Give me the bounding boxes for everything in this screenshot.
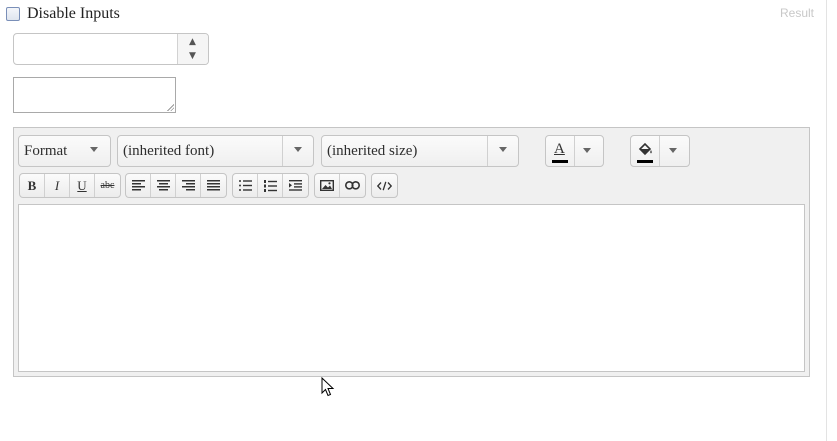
text-area[interactable] [13, 77, 176, 113]
format-dropdown[interactable]: Format [18, 135, 111, 167]
strikethrough-label: abc [100, 180, 115, 191]
bold-label: B [27, 177, 37, 193]
font-name-value: (inherited font) [123, 143, 215, 159]
spin-buttons: ▲ ▼ [177, 34, 208, 64]
chevron-down-icon [669, 148, 677, 153]
numeric-input[interactable] [15, 35, 191, 63]
font-name-dropdown[interactable]: (inherited font) [117, 135, 314, 167]
insert-image-button[interactable] [315, 174, 340, 197]
create-link-button[interactable] [340, 174, 365, 197]
disable-inputs-checkbox[interactable] [6, 7, 20, 21]
list-group [232, 173, 309, 198]
underline-label: U [77, 177, 87, 193]
result-label: Result [780, 6, 815, 20]
back-color-picker[interactable] [630, 135, 690, 167]
italic-label: I [54, 177, 60, 193]
view-html-button[interactable] [372, 174, 397, 197]
justify-center-icon [156, 180, 170, 191]
view-html-group [371, 173, 398, 198]
editor-content-area[interactable] [18, 204, 805, 372]
font-color-icon[interactable]: A [546, 136, 575, 166]
justify-full-icon [207, 180, 220, 191]
page: Result Disable Inputs ▲ ▼ Format (inheri… [0, 0, 837, 441]
justify-right-icon [181, 180, 195, 191]
text-style-group: B I U abc [19, 173, 121, 198]
ordered-list-icon [263, 179, 277, 192]
justify-group [125, 173, 227, 198]
panel-divider [826, 0, 827, 441]
ordered-list-button[interactable] [258, 174, 283, 197]
justify-center-button[interactable] [151, 174, 176, 197]
bold-button[interactable]: B [20, 174, 45, 197]
justify-left-button[interactable] [126, 174, 151, 197]
font-color-swatch [552, 160, 568, 163]
justify-right-button[interactable] [176, 174, 201, 197]
numeric-textbox[interactable]: ▲ ▼ [13, 33, 209, 65]
resize-grip-icon[interactable] [167, 104, 174, 111]
disable-inputs-label: Disable Inputs [27, 5, 120, 22]
chevron-down-icon [583, 148, 591, 153]
back-color-icon[interactable] [631, 136, 660, 166]
back-color-swatch [637, 160, 653, 163]
increase-arrow-icon[interactable]: ▲ [189, 38, 196, 47]
decrease-arrow-icon[interactable]: ▼ [189, 52, 196, 61]
rich-text-editor: Format (inherited font) (inherited size)… [13, 127, 810, 377]
insert-group [314, 173, 366, 198]
insert-image-icon [320, 180, 334, 191]
chevron-down-icon [294, 147, 302, 152]
font-size-value: (inherited size) [327, 143, 418, 159]
chevron-down-icon [499, 147, 507, 152]
italic-button[interactable]: I [45, 174, 70, 197]
font-size-dropdown[interactable]: (inherited size) [321, 135, 519, 167]
underline-button[interactable]: U [70, 174, 95, 197]
unordered-list-button[interactable] [233, 174, 258, 197]
font-color-picker[interactable]: A [545, 135, 604, 167]
indent-icon [289, 180, 302, 191]
justify-full-button[interactable] [201, 174, 226, 197]
strikethrough-button[interactable]: abc [95, 174, 120, 197]
chevron-down-icon [90, 147, 98, 152]
unordered-list-icon [238, 180, 252, 191]
create-link-icon [345, 181, 360, 190]
font-color-letter: A [554, 141, 565, 157]
mouse-cursor-icon [321, 377, 335, 397]
justify-left-icon [131, 180, 145, 191]
disable-inputs-row[interactable]: Disable Inputs [6, 5, 120, 23]
indent-button[interactable] [283, 174, 308, 197]
format-dropdown-value: Format [24, 143, 68, 159]
view-html-icon [377, 181, 392, 190]
